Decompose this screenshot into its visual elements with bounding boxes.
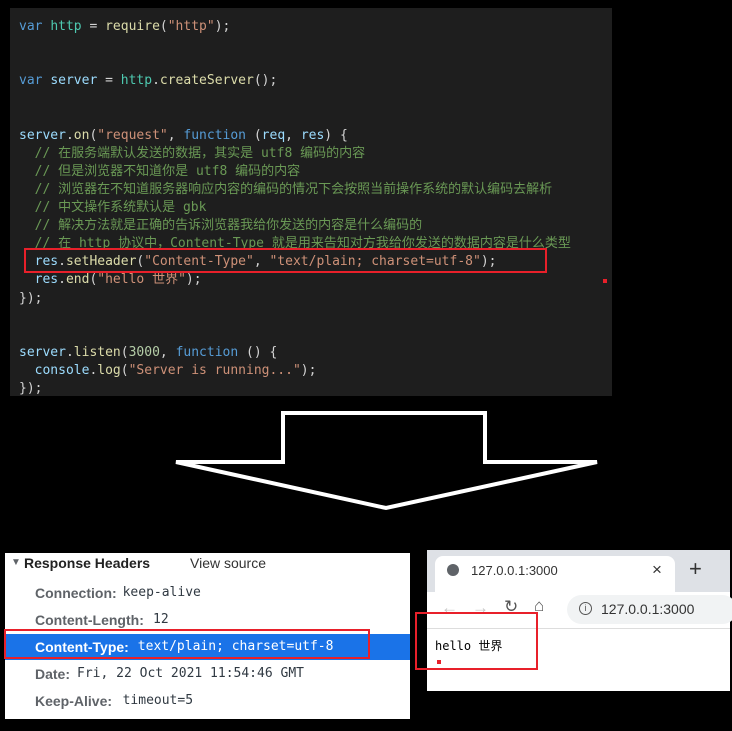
code-token: , — [285, 127, 301, 143]
code-token: . — [65, 127, 74, 143]
code-token: "http" — [167, 19, 215, 34]
code-token: http — [50, 19, 82, 34]
code-token: res — [34, 272, 59, 288]
code-line: // 浏览器在不知道服务器响应内容的编码的情况下会按照当前操作系统的默认编码去解… — [19, 181, 553, 199]
code-line: // 但是浏览器不知道你是 utf8 编码的内容 — [19, 163, 300, 181]
code-token: req — [261, 127, 286, 143]
code-token: , — [159, 344, 176, 360]
code-line: server.on("request", function (req, res)… — [19, 127, 348, 145]
code-token: listen — [73, 344, 121, 360]
code-token: // 中文操作系统默认是 gbk — [19, 200, 207, 215]
address-bar[interactable]: i 127.0.0.1:3000 — [567, 595, 732, 624]
code-line: res.end("hello 世界"); — [19, 271, 202, 289]
collapse-triangle-icon[interactable]: ▼ — [11, 557, 21, 568]
header-value: keep-alive — [122, 585, 201, 600]
header-value: timeout=5 — [122, 693, 194, 708]
code-token: log — [97, 362, 121, 378]
close-tab-icon[interactable]: × — [652, 560, 662, 580]
code-token: // 但是浏览器不知道你是 utf8 编码的内容 — [19, 163, 301, 179]
code-token: console — [34, 362, 90, 378]
code-token: . — [152, 73, 160, 89]
code-token: ); — [214, 19, 231, 34]
red-marker-page — [437, 660, 441, 664]
header-key: Date: — [35, 666, 71, 682]
highlight-box-setheader — [24, 248, 547, 273]
code-line: // 解决方法就是正确的告诉浏览器我给你发送的内容是什么编码的 — [19, 217, 423, 235]
code-line: }); — [19, 380, 42, 398]
code-line: }); — [19, 290, 42, 308]
code-token: // 解决方法就是正确的告诉浏览器我给你发送的内容是什么编码的 — [19, 218, 423, 234]
code-token: ) { — [324, 127, 348, 143]
code-line: var http = require("http"); — [19, 18, 230, 36]
code-token: // 在服务端默认发送的数据，其实是 utf8 编码的内容 — [19, 145, 366, 161]
code-editor: var http = require("http"); var server = … — [10, 8, 612, 396]
code-token: "Server is running..." — [128, 362, 301, 378]
section-title: Response Headers — [24, 555, 151, 571]
code-token: function — [175, 344, 239, 360]
header-key: Connection: — [35, 585, 117, 601]
code-token: server — [19, 344, 66, 360]
code-token: http — [120, 73, 153, 89]
code-token: end — [65, 272, 90, 288]
header-row[interactable]: Connection: keep-alive — [5, 580, 410, 606]
code-line: // 中文操作系统默认是 gbk — [19, 199, 207, 217]
code-token: "request" — [97, 127, 168, 143]
code-token: ( — [120, 344, 129, 360]
code-token: () { — [238, 344, 278, 360]
code-token: require — [105, 19, 160, 34]
header-row[interactable]: Keep-Alive: timeout=5 — [5, 688, 410, 714]
code-token: var — [19, 73, 51, 89]
code-token: ( — [246, 127, 262, 143]
new-tab-icon[interactable]: + — [689, 556, 702, 582]
code-token: function — [183, 127, 247, 143]
response-headers-section[interactable]: ▼ Response Headers View source — [5, 553, 410, 575]
code-token: server — [19, 127, 66, 143]
code-token: . — [65, 344, 74, 360]
code-line: console.log("Server is running..."); — [19, 362, 317, 380]
down-arrow-icon — [175, 411, 598, 511]
code-token: res — [300, 127, 325, 143]
code-token: createServer — [159, 73, 254, 89]
highlight-box-page — [415, 612, 538, 670]
code-token: "hello 世界" — [97, 272, 186, 288]
code-token: ); — [300, 362, 317, 378]
highlight-box-content-type — [4, 629, 370, 659]
url-text: 127.0.0.1:3000 — [601, 601, 695, 617]
header-value: Fri, 22 Oct 2021 11:54:46 GMT — [77, 666, 304, 681]
code-token: ( — [120, 362, 129, 378]
header-row[interactable]: Date: Fri, 22 Oct 2021 11:54:46 GMT — [5, 661, 410, 687]
code-token: on — [73, 127, 90, 143]
code-token: // 浏览器在不知道服务器响应内容的编码的情况下会按照当前操作系统的默认编码去解… — [19, 181, 553, 197]
globe-icon — [447, 564, 459, 576]
tab-title: 127.0.0.1:3000 — [471, 563, 558, 578]
code-token: ); — [185, 272, 202, 288]
red-marker — [603, 279, 607, 283]
code-token: 3000 — [128, 344, 160, 360]
code-token: = — [81, 19, 106, 34]
code-line: server.listen(3000, function () { — [19, 344, 277, 362]
code-token: server — [50, 73, 98, 89]
view-source-link[interactable]: View source — [190, 555, 266, 571]
code-token: ( — [159, 19, 168, 34]
browser-tab[interactable]: 127.0.0.1:3000 × — [435, 556, 675, 592]
code-line: // 在服务端默认发送的数据，其实是 utf8 编码的内容 — [19, 145, 365, 163]
code-token: (); — [253, 73, 278, 89]
info-icon[interactable]: i — [579, 602, 592, 615]
code-token: . — [58, 272, 66, 288]
code-token: }); — [19, 381, 43, 396]
code-token: var — [19, 19, 51, 34]
code-token: = — [97, 73, 121, 89]
code-token: , — [167, 127, 184, 143]
header-key: Keep-Alive: — [35, 693, 113, 709]
code-line: var server = http.createServer(); — [19, 72, 277, 90]
code-token: }); — [19, 290, 43, 306]
